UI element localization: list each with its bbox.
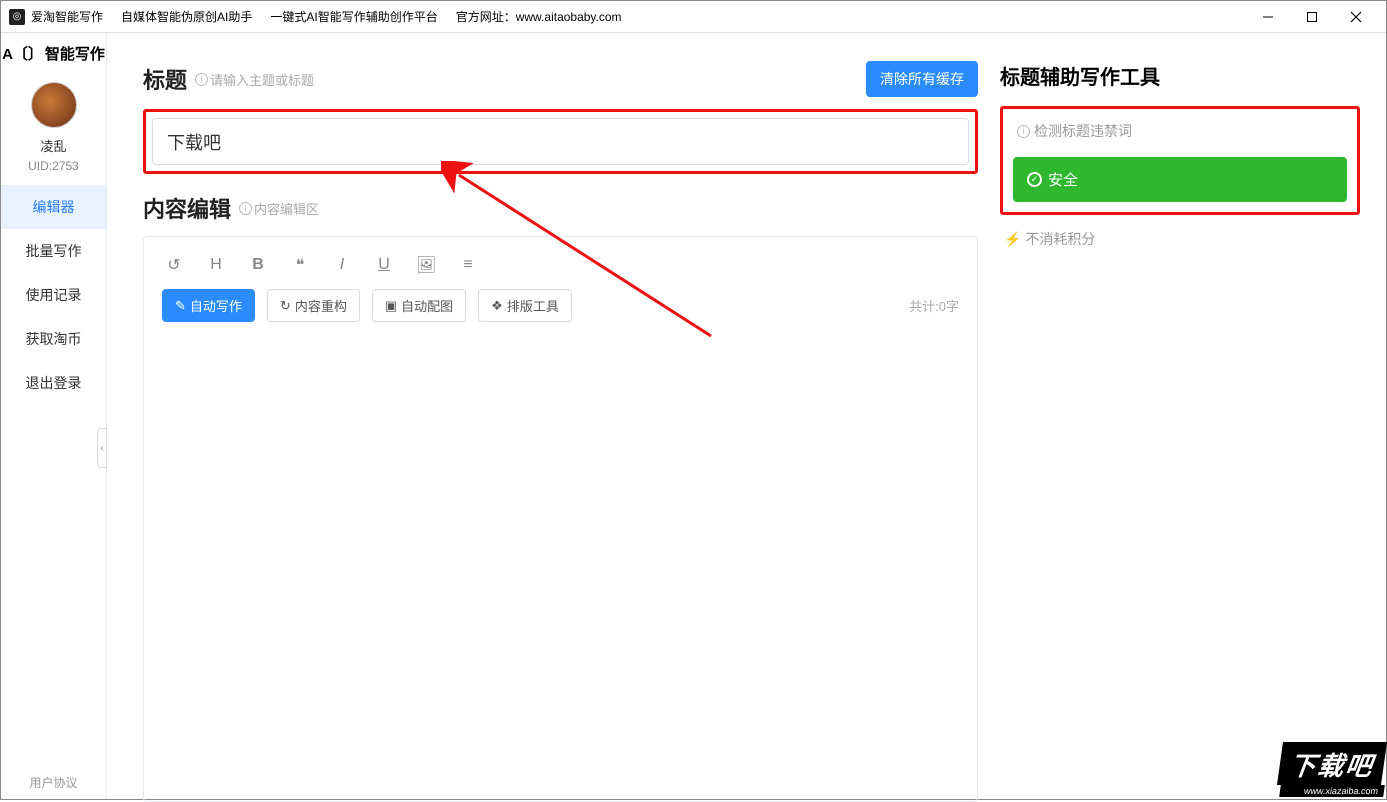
layout-tool-label: 排版工具 [507,296,559,315]
content-hint-text: 内容编辑区 [254,199,319,218]
username: 凌乱 [40,136,66,155]
nav-editor[interactable]: 编辑器 [1,185,106,229]
auto-write-button[interactable]: ✎ 自动写作 [162,289,255,322]
tagline-2: 一键式AI智能写作辅助创作平台 [270,8,437,25]
title-input[interactable] [152,118,969,165]
tagline-1: 自媒体智能伪原创AI助手 [121,8,252,25]
undo-icon[interactable]: ↺ [164,255,184,275]
nav-logout-label: 退出登录 [26,373,82,393]
sidebar: A〔〕 智能写作 凌乱 UID:2753 编辑器 批量写作 使用记录 获取淘币 … [1,33,107,799]
refresh-icon: ↻ [280,298,291,314]
check-label-text: 检测标题违禁词 [1034,121,1132,141]
nav-logout[interactable]: 退出登录 [1,361,106,405]
layout-icon: ❖ [491,298,503,314]
maximize-button[interactable] [1290,2,1334,32]
auto-image-button[interactable]: ▣ 自动配图 [372,289,466,322]
content-hint: i 内容编辑区 [239,199,319,218]
check-panel-highlight: i 检测标题违禁词 ✓ 安全 [1000,106,1360,215]
titlebar: ◎ 爱淘智能写作 自媒体智能伪原创AI助手 一键式AI智能写作辅助创作平台 官方… [1,1,1386,33]
safe-text: 安全 [1048,169,1078,190]
nav-get-coins[interactable]: 获取淘币 [1,317,106,361]
editor-toolbar: ↺ H B ❝ I U 🖼 ≡ [162,251,959,289]
title-hint: i 请输入主题或标题 [195,70,314,89]
content-editor[interactable] [162,328,959,788]
heading-icon[interactable]: H [206,256,226,274]
italic-icon[interactable]: I [332,256,352,274]
site-label: 官方网址： [456,8,516,25]
info-icon: i [1017,125,1030,138]
minimize-button[interactable] [1246,2,1290,32]
safe-status-bar: ✓ 安全 [1013,157,1347,202]
logo-icon: A〔〕 [2,43,43,64]
assist-panel-title: 标题辅助写作工具 [1000,61,1360,90]
logo-text: 智能写作 [45,43,105,64]
content-section-label: 内容编辑 [143,192,231,224]
nav-history[interactable]: 使用记录 [1,273,106,317]
check-forbidden-label: i 检测标题违禁词 [1013,119,1347,143]
align-icon[interactable]: ≡ [458,256,478,274]
nav-batch-write[interactable]: 批量写作 [1,229,106,273]
image-icon[interactable]: 🖼 [416,255,436,275]
logo: A〔〕 智能写作 [2,43,105,64]
user-agreement-link[interactable]: 用户协议 [29,774,77,791]
uid: UID:2753 [28,159,79,173]
restructure-label: 内容重构 [295,296,347,315]
title-hint-text: 请输入主题或标题 [210,70,314,89]
check-circle-icon: ✓ [1027,172,1042,187]
title-section-label: 标题 [143,63,187,95]
bold-icon[interactable]: B [248,256,268,274]
pencil-icon: ✎ [175,298,186,314]
collapse-handle[interactable]: ‹ [97,428,107,468]
info-icon: i [195,73,208,86]
auto-write-label: 自动写作 [190,296,242,315]
quote-icon[interactable]: ❝ [290,255,310,275]
app-icon: ◎ [9,9,25,25]
app-name: 爱淘智能写作 [31,8,103,25]
title-input-highlight [143,109,978,174]
close-button[interactable] [1334,2,1378,32]
no-cost-text: 不消耗积分 [1025,229,1095,249]
picture-icon: ▣ [385,298,397,314]
lightning-icon: ⚡ [1004,231,1021,248]
clear-cache-button[interactable]: 清除所有缓存 [866,61,978,97]
avatar[interactable] [31,82,77,128]
no-cost-note: ⚡ 不消耗积分 [1000,229,1360,249]
info-icon: i [239,202,252,215]
site-url: www.aitaobaby.com [516,10,622,24]
editor-card: ↺ H B ❝ I U 🖼 ≡ ✎ 自动写作 ↻ 内容重构 [143,236,978,802]
restructure-button[interactable]: ↻ 内容重构 [267,289,360,322]
underline-icon[interactable]: U [374,256,394,274]
word-count: 共计:0字 [909,296,959,315]
layout-tool-button[interactable]: ❖ 排版工具 [478,289,572,322]
auto-image-label: 自动配图 [401,296,453,315]
